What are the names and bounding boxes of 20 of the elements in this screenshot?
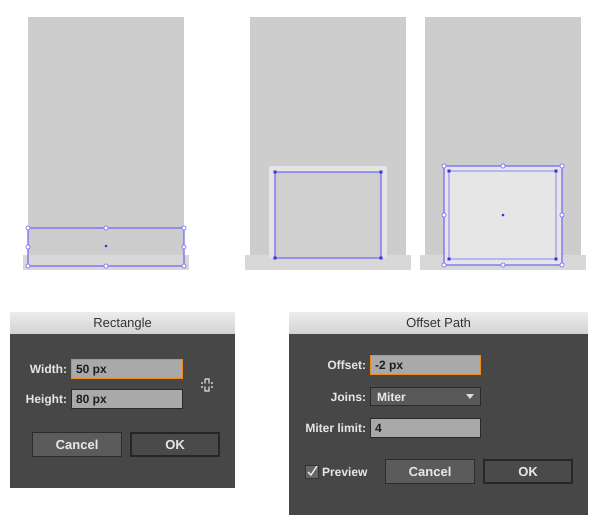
dialog-title: Offset Path [289, 312, 588, 334]
field-label: Offset: [326, 358, 366, 372]
dialog-title: Rectangle [10, 312, 235, 334]
input-field[interactable]: 50 px [71, 359, 183, 379]
dialog-button[interactable]: OK [130, 432, 220, 457]
checkbox[interactable] [305, 464, 319, 478]
field-label: Height: [24, 392, 67, 406]
chain-icon[interactable] [200, 378, 214, 392]
dialog-button[interactable]: Cancel [32, 432, 122, 457]
input-field[interactable]: -2 px [370, 355, 481, 375]
field-label: Joins: [330, 390, 366, 404]
dialog-button[interactable]: Cancel [385, 459, 475, 484]
field-label: Width: [28, 362, 67, 376]
caret-icon [466, 394, 474, 399]
checkbox-label: Preview [322, 464, 368, 478]
input-field[interactable]: 4 [370, 418, 481, 438]
dropdown[interactable]: Miter [370, 387, 481, 406]
dialog-button[interactable]: OK [483, 459, 573, 484]
input-field[interactable]: 80 px [71, 389, 183, 409]
field-label: Miter limit: [304, 421, 366, 435]
